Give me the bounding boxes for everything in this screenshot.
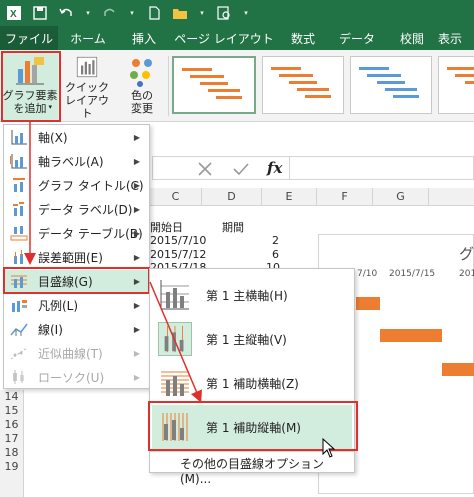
arrow-to-minor-vertical [149, 281, 203, 403]
mouse-cursor-icon [322, 438, 336, 458]
annotation-arrows [24, 122, 203, 403]
